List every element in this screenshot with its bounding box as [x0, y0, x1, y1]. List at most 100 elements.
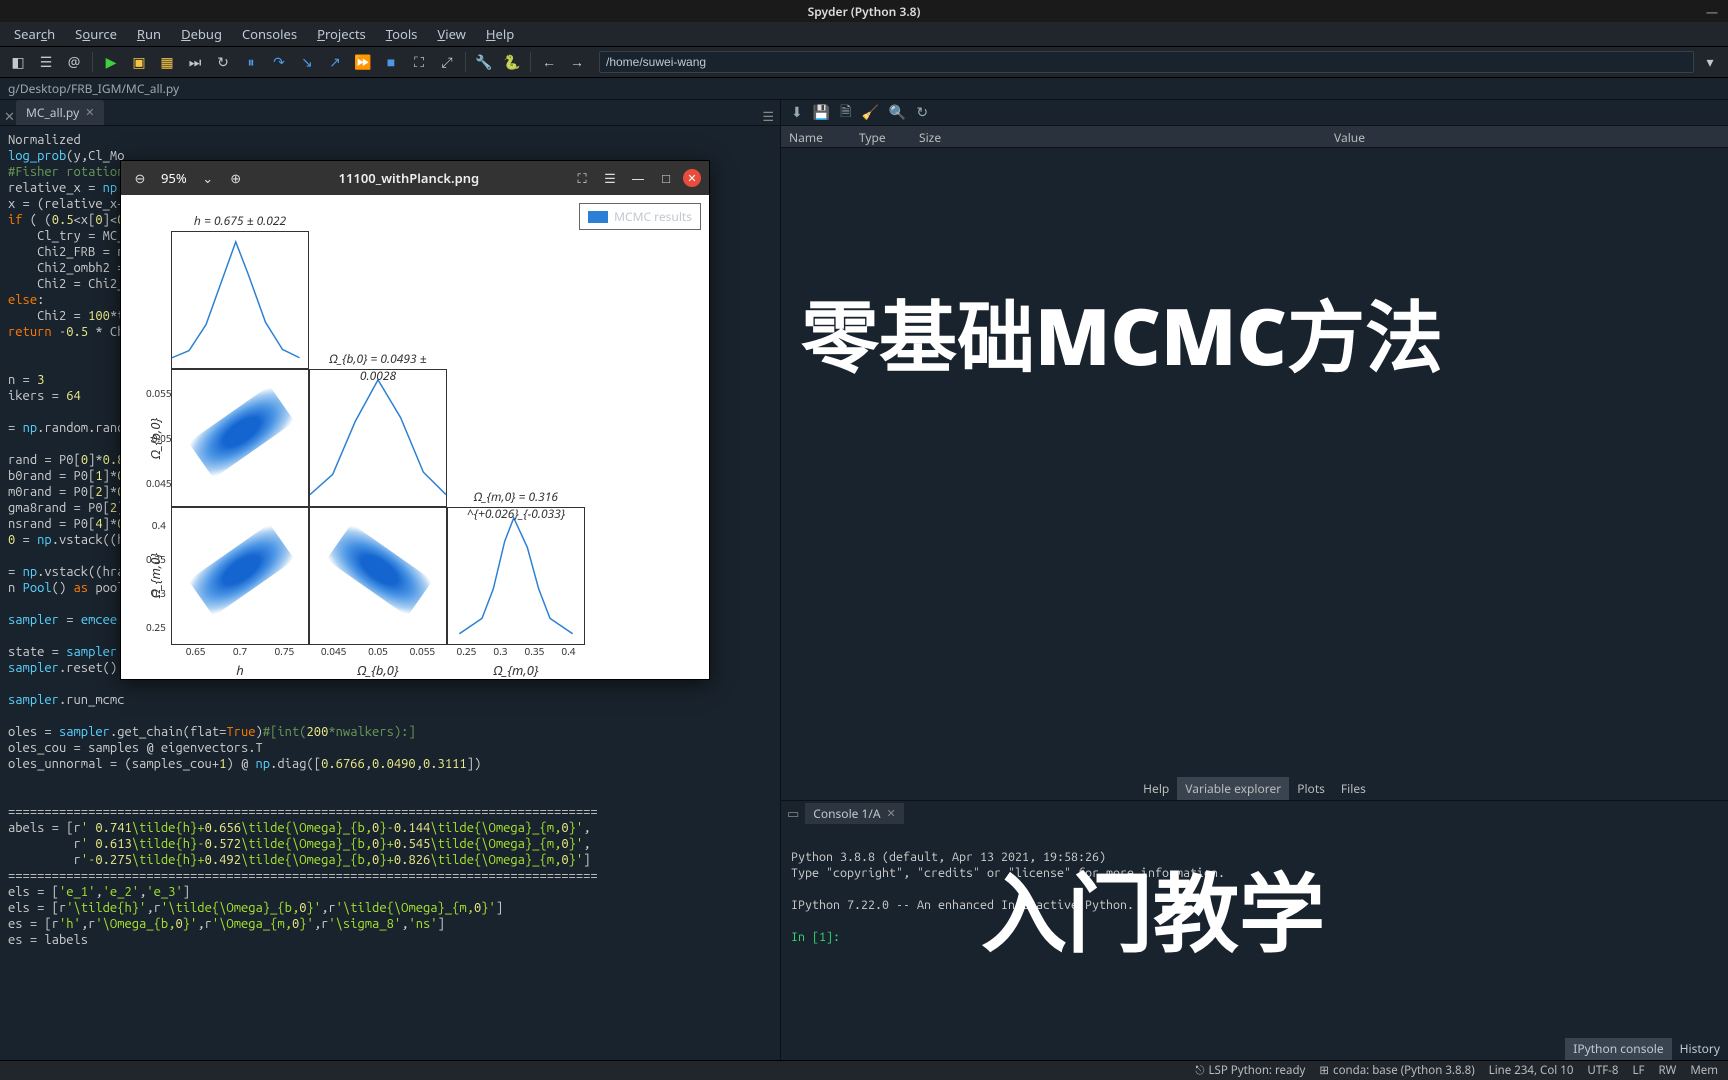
menu-view[interactable]: View [429, 23, 473, 45]
menu-source[interactable]: Source [67, 23, 125, 45]
restart-icon[interactable]: ↻ [211, 50, 235, 74]
variable-explorer-toolbar: ⬇ 💾 🗎 🧹 🔍 ↻ [781, 100, 1728, 126]
run-icon[interactable]: ▶ [99, 50, 123, 74]
corner-plot-panel: 0.0450.050.055 [309, 507, 447, 645]
corner-plot-panel: h = 0.675 ± 0.022 [171, 231, 309, 369]
console-pane: ▭ Console 1/A ✕ Python 3.8.8 (default, A… [781, 800, 1728, 1060]
status-encoding[interactable]: UTF-8 [1587, 1063, 1618, 1078]
tab-files[interactable]: Files [1333, 777, 1374, 800]
status-conda[interactable]: ⊞conda: base (Python 3.8.8) [1319, 1063, 1474, 1078]
step-over-icon[interactable]: ↷ [267, 50, 291, 74]
corner-plot-panel: 0.0550.050.045 [171, 369, 309, 507]
corner-plot-panel: 0.40.350.30.250.650.70.75 [171, 507, 309, 645]
tab-label: MC_all.py [26, 104, 79, 121]
viewer-image: MCMC results h = 0.675 ± 0.022Ω_{b,0}0.0… [121, 195, 709, 679]
clear-icon[interactable]: 🧹 [861, 103, 878, 122]
corner-plot-panel [309, 231, 447, 369]
run-cell-advance-icon[interactable]: ▦ [155, 50, 179, 74]
dropdown-icon[interactable]: ▾ [1698, 50, 1722, 74]
menu-debug[interactable]: Debug [173, 23, 230, 45]
console-menu-icon[interactable]: ▭ [787, 804, 799, 822]
run-cell-icon[interactable]: ▣ [127, 50, 151, 74]
close-console-icon[interactable]: ✕ [887, 806, 896, 821]
editor-tab[interactable]: MC_all.py ✕ [16, 100, 104, 125]
window-minimize-icon[interactable]: — [1706, 3, 1718, 20]
tab-plots[interactable]: Plots [1289, 777, 1333, 800]
console-tab-label: Console 1/A [813, 805, 880, 822]
menu-projects[interactable]: Projects [309, 23, 374, 45]
file-path-bar: g/Desktop/FRB_IGM/MC_all.py [0, 78, 1728, 100]
viewer-close-icon[interactable]: ✕ [683, 169, 701, 187]
step-into-icon[interactable]: ↘ [295, 50, 319, 74]
window-titlebar: Spyder (Python 3.8) — [0, 0, 1728, 22]
viewer-filename: 11100_withPlanck.png [253, 169, 565, 187]
menu-help[interactable]: Help [478, 23, 522, 45]
window-title: Spyder (Python 3.8) [808, 3, 921, 20]
tab-variable-explorer[interactable]: Variable explorer [1177, 777, 1289, 800]
corner-plot-panel [447, 369, 585, 507]
header-type[interactable]: Type [851, 126, 911, 147]
overlay-headline: 零基础MCMC方法 [801, 276, 1443, 388]
menu-consoles[interactable]: Consoles [234, 23, 305, 45]
viewer-maximize-icon[interactable]: □ [655, 167, 677, 189]
python-path-icon[interactable]: 🐍 [500, 50, 524, 74]
zoom-level: 95% [157, 169, 191, 187]
console-tab[interactable]: Console 1/A ✕ [805, 803, 903, 824]
zoom-out-icon[interactable]: ⊖ [129, 167, 151, 189]
viewer-action1-icon[interactable]: ⛶ [571, 167, 593, 189]
main-toolbar: ◧ ☰ @ ▶ ▣ ▦ ⏭ ↻ ⏸ ↷ ↘ ↗ ⏩ ■ ⛶ ⤢ 🔧 🐍 ← → … [0, 46, 1728, 78]
corner-plot-panel: Ω_{m,0} = 0.316 ^{+0.026}_{-0.033}0.250.… [447, 507, 585, 645]
corner-plot-panel: Ω_{b,0} = 0.0493 ± 0.0028 [309, 369, 447, 507]
list-icon[interactable]: ☰ [34, 50, 58, 74]
menu-search[interactable]: Search [6, 23, 63, 45]
corner-plot-panel [447, 231, 585, 369]
zoom-dropdown-icon[interactable]: ⌄ [197, 167, 219, 189]
header-name[interactable]: Name [781, 126, 851, 147]
main-menubar: Search Source Run Debug Consoles Project… [0, 22, 1728, 46]
close-panel-icon[interactable]: ✕ [0, 107, 12, 125]
preferences-icon[interactable]: 🔧 [472, 50, 496, 74]
variable-explorer-body: 零基础MCMC方法 [781, 148, 1728, 776]
debug-icon[interactable]: ⏸ [239, 50, 263, 74]
save-icon[interactable]: 💾 [813, 103, 830, 122]
right-pane-tabs: Help Variable explorer Plots Files [781, 776, 1728, 800]
forward-icon[interactable]: → [565, 50, 589, 74]
tab-ipython-console[interactable]: IPython console [1565, 1038, 1671, 1060]
status-rw: RW [1658, 1063, 1676, 1078]
fullscreen-icon[interactable]: ⤢ [435, 50, 459, 74]
stop-icon[interactable]: ■ [379, 50, 403, 74]
menu-tools[interactable]: Tools [378, 23, 426, 45]
header-size[interactable]: Size [911, 126, 971, 147]
variable-explorer-header: Name Type Size Value [781, 126, 1728, 148]
continue-icon[interactable]: ⏩ [351, 50, 375, 74]
maximize-icon[interactable]: ⛶ [407, 50, 431, 74]
chart-legend: MCMC results [579, 203, 701, 230]
working-dir-input[interactable] [599, 51, 1694, 73]
console-body[interactable]: Python 3.8.8 (default, Apr 13 2021, 19:5… [781, 825, 1728, 1038]
spyder-icon[interactable]: ◧ [6, 50, 30, 74]
search-var-icon[interactable]: 🔍 [889, 103, 906, 122]
menu-run[interactable]: Run [129, 23, 169, 45]
at-icon[interactable]: @ [62, 50, 86, 74]
status-bar: ⎋LSP Python: ready ⊞conda: base (Python … [0, 1060, 1728, 1080]
tab-help[interactable]: Help [1135, 777, 1177, 800]
header-value[interactable]: Value [971, 126, 1728, 147]
status-lsp: ⎋LSP Python: ready [1195, 1063, 1305, 1078]
viewer-minimize-icon[interactable]: — [627, 167, 649, 189]
legend-swatch [588, 211, 608, 223]
run-selection-icon[interactable]: ⏭ [183, 50, 207, 74]
viewer-titlebar[interactable]: ⊖ 95% ⌄ ⊕ 11100_withPlanck.png ⛶ ☰ — □ ✕ [121, 161, 709, 195]
save-as-icon[interactable]: 🗎 [840, 101, 851, 125]
step-out-icon[interactable]: ↗ [323, 50, 347, 74]
viewer-menu-icon[interactable]: ☰ [599, 167, 621, 189]
back-icon[interactable]: ← [537, 50, 561, 74]
tab-menu-icon[interactable]: ☰ [756, 107, 780, 125]
zoom-in-icon[interactable]: ⊕ [225, 167, 247, 189]
tab-history[interactable]: History [1672, 1038, 1728, 1060]
import-icon[interactable]: ⬇ [791, 103, 803, 122]
status-mem: Mem [1690, 1063, 1718, 1078]
status-eol[interactable]: LF [1632, 1063, 1644, 1078]
close-tab-icon[interactable]: ✕ [85, 105, 94, 120]
image-viewer-window[interactable]: ⊖ 95% ⌄ ⊕ 11100_withPlanck.png ⛶ ☰ — □ ✕… [120, 160, 710, 680]
refresh-icon[interactable]: ↻ [916, 103, 928, 122]
